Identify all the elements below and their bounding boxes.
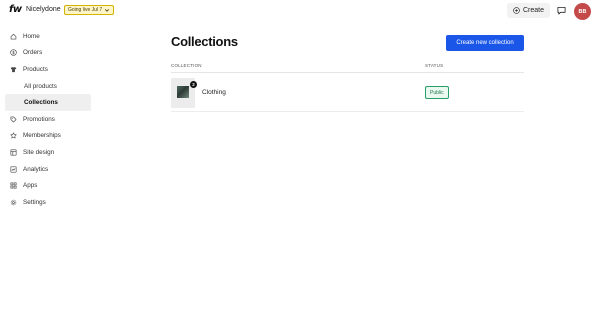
table-header: COLLECTION STATUS — [171, 60, 524, 73]
sidebar-item-settings[interactable]: Settings — [5, 194, 91, 211]
create-button[interactable]: Create — [507, 3, 550, 18]
chevron-down-icon — [105, 9, 110, 12]
sidebar-item-all-products[interactable]: All products — [5, 78, 91, 95]
sidebar-item-home[interactable]: Home — [5, 28, 91, 45]
sidebar-item-site-design[interactable]: Site design — [5, 144, 91, 161]
sidebar-item-label: Orders — [23, 49, 43, 57]
home-icon — [10, 33, 17, 40]
create-button-label: Create — [522, 7, 544, 14]
collection-thumbnail: 2 — [171, 78, 197, 108]
sidebar-item-orders[interactable]: Orders — [5, 45, 91, 62]
sidebar-item-label: Site design — [23, 148, 55, 156]
chart-icon — [10, 166, 17, 173]
dollar-icon — [10, 49, 17, 57]
sidebar-item-label: Settings — [23, 198, 46, 206]
product-count-badge: 2 — [190, 81, 197, 88]
sidebar-item-label: Apps — [23, 182, 38, 190]
avatar[interactable]: BB — [574, 3, 591, 20]
store-name[interactable]: Nicelydone — [26, 6, 61, 13]
launch-status-badge[interactable]: Going live Jul 7 — [64, 5, 115, 15]
sidebar-item-label: Products — [23, 65, 48, 73]
launch-status-label: Going live Jul 7 — [68, 7, 103, 13]
grid-icon — [10, 182, 17, 189]
sidebar-item-label: All products — [24, 82, 57, 90]
sidebar-item-label: Collections — [24, 99, 58, 107]
column-header-status: STATUS — [425, 63, 444, 68]
page-title: Collections — [171, 34, 238, 49]
sidebar-item-promotions[interactable]: Promotions — [5, 111, 91, 128]
table-row[interactable]: 2 Clothing Public — [171, 73, 524, 112]
chat-icon[interactable] — [557, 6, 566, 15]
collection-name[interactable]: Clothing — [202, 89, 226, 96]
sidebar-item-label: Memberships — [23, 132, 61, 140]
layout-icon — [10, 149, 17, 156]
sidebar-item-label: Promotions — [23, 115, 55, 123]
plus-circle-icon — [513, 7, 520, 14]
sidebar-item-apps[interactable]: Apps — [5, 177, 91, 194]
tag-icon — [10, 116, 17, 123]
create-new-collection-button[interactable]: Create new collection — [446, 35, 524, 51]
sidebar-item-label: Home — [23, 32, 40, 40]
sidebar-item-analytics[interactable]: Analytics — [5, 161, 91, 178]
logo[interactable]: fw — [9, 4, 22, 15]
status-badge: Public — [425, 86, 449, 99]
shirt-icon — [10, 67, 17, 73]
star-icon — [10, 132, 17, 139]
top-bar: fw Nicelydone Going live Jul 7 Create BB — [0, 0, 600, 22]
sidebar-item-collections[interactable]: Collections — [5, 94, 91, 111]
column-header-collection: COLLECTION — [171, 63, 202, 68]
sidebar-item-label: Analytics — [23, 165, 49, 173]
sidebar-item-products[interactable]: Products — [5, 61, 91, 78]
gear-icon — [10, 199, 17, 205]
collections-table: COLLECTION STATUS 2 Clothing Public — [171, 60, 524, 112]
sidebar-item-memberships[interactable]: Memberships — [5, 128, 91, 145]
sidebar: Home Orders Products All products Collec… — [5, 28, 91, 211]
product-image — [177, 86, 189, 98]
